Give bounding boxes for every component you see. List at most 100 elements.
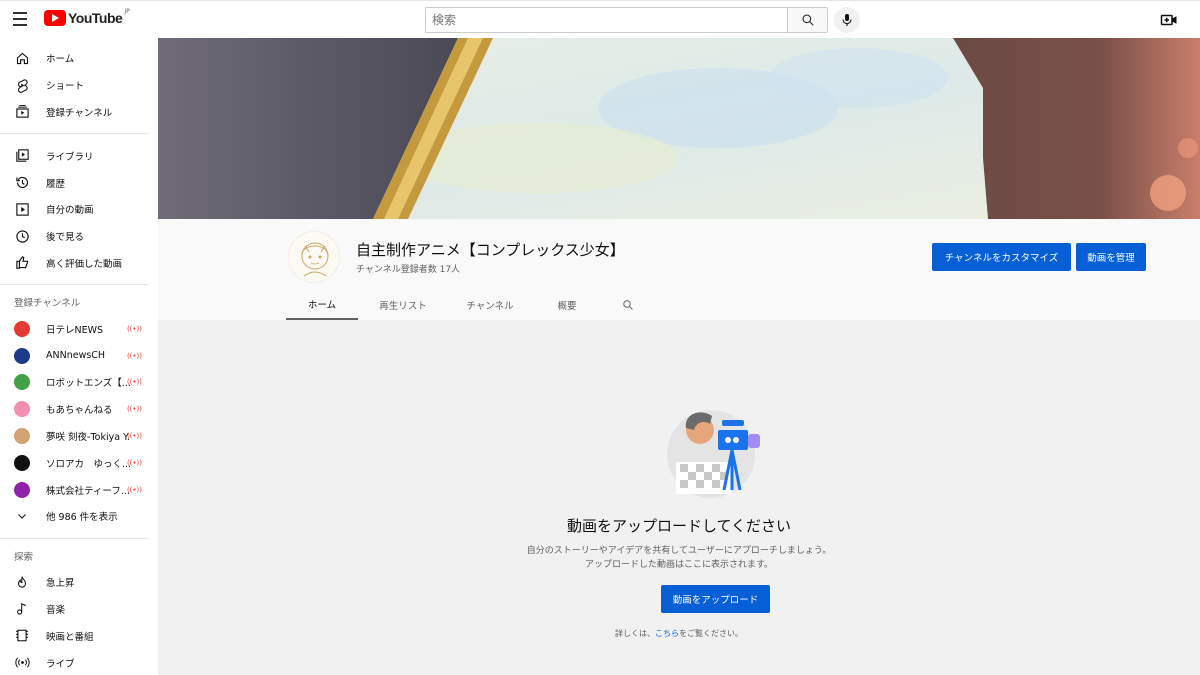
library-icon (14, 148, 30, 164)
live-broadcast-icon (14, 655, 30, 671)
channel-avatar-drawing (301, 242, 329, 277)
youtube-logo-icon (44, 10, 66, 26)
upload-video-button[interactable]: 動画をアップロード (661, 585, 770, 613)
sidebar-item-liked-videos[interactable]: 高く評価した動画 (0, 250, 158, 277)
sidebar-subscription-item[interactable]: もあちゃんねる ((•)) (0, 396, 158, 423)
manage-videos-button[interactable]: 動画を管理 (1076, 243, 1146, 271)
live-indicator-icon: ((•)) (126, 458, 142, 467)
sidebar-item-library[interactable]: ライブラリ (0, 142, 158, 169)
sidebar-item-label: 自分の動画 (46, 205, 94, 217)
channel-avatar (14, 374, 30, 391)
channel-avatar (14, 427, 30, 444)
subscription-label: 日テレNEWS (46, 324, 104, 336)
explore-heading: 探索 (14, 551, 34, 563)
sidebar-subscription-item[interactable]: 株式会社ティーフ... ((•)) (0, 476, 158, 503)
sidebar-item-label: ホーム (46, 54, 75, 66)
subscription-label: もあちゃんねる (46, 405, 113, 417)
sidebar-subscription-item[interactable]: ANNnewsCH ((•)) (0, 342, 158, 369)
subscription-label: ロボットエンズ【... (46, 378, 130, 390)
tab-playlists[interactable]: 再生リスト (358, 290, 448, 320)
your-videos-icon (14, 201, 30, 217)
sidebar-item-trending[interactable]: 急上昇 (0, 569, 158, 596)
channel-avatar[interactable] (288, 231, 340, 283)
live-indicator-icon: ((•)) (126, 378, 142, 387)
learn-more-link[interactable]: こちら (655, 629, 679, 638)
live-indicator-icon: ((•)) (126, 351, 142, 360)
channel-avatar (14, 320, 30, 337)
tab-channels[interactable]: チャンネル (448, 290, 532, 320)
sidebar-subscription-item[interactable]: 日テレNEWS ((•)) (0, 315, 158, 342)
learn-more-suffix: をご覧ください。 (679, 629, 743, 638)
live-indicator-icon: ((•)) (126, 405, 142, 414)
search-icon (801, 14, 814, 26)
sidebar-item-your-videos[interactable]: 自分の動画 (0, 196, 158, 223)
sidebar-item-label: 履歴 (46, 178, 66, 190)
divider (0, 284, 148, 286)
youtube-logo[interactable]: YouTube JP (44, 7, 130, 26)
menu-icon[interactable] (13, 12, 29, 26)
subscription-label: ANNnewsCH (46, 350, 106, 362)
sidebar-item-label: 急上昇 (46, 578, 75, 590)
search-button[interactable] (787, 7, 828, 33)
sidebar: ホーム ショート 登録チャンネル ライブラリ 履歴 自分の動画 後で見る 高く評… (0, 38, 158, 675)
live-indicator-icon: ((•)) (126, 324, 142, 333)
sidebar-item-history[interactable]: 履歴 (0, 169, 158, 196)
music-note-icon (14, 601, 30, 617)
sidebar-item-label: 登録チャンネル (46, 107, 113, 119)
sidebar-item-subscriptions[interactable]: 登録チャンネル (0, 99, 158, 126)
sidebar-item-label: ライブラリ (46, 151, 94, 163)
live-indicator-icon: ((•)) (126, 485, 142, 494)
learn-more-prefix: 詳しくは、 (615, 629, 655, 638)
watch-later-icon (14, 228, 30, 244)
empty-state-title: 動画をアップロードしてください (566, 517, 792, 535)
film-icon (14, 628, 30, 644)
subscriptions-icon (14, 104, 30, 120)
divider (0, 537, 148, 539)
video-add-icon (1160, 14, 1177, 26)
sidebar-item-home[interactable]: ホーム (0, 45, 158, 72)
empty-state-description-1: 自分のストーリーやアイデアを共有してユーザーにアプローチしましょう。 (526, 546, 832, 556)
sidebar-item-movies[interactable]: 映画と番組 (0, 622, 158, 649)
logo-text: YouTube (68, 10, 123, 26)
subscriptions-heading: 登録チャンネル (14, 298, 81, 310)
sidebar-subscription-item[interactable]: 夢咲 刻夜-Tokiya Y... ((•)) (0, 423, 158, 450)
tab-about[interactable]: 概要 (532, 290, 602, 320)
live-indicator-icon: ((•)) (126, 431, 142, 440)
channel-avatar (14, 347, 30, 364)
sidebar-item-shorts[interactable]: ショート (0, 72, 158, 99)
channel-avatar (14, 401, 30, 418)
sidebar-item-label: ショート (46, 81, 85, 93)
show-more-subscriptions[interactable]: 他 986 件を表示 (0, 503, 158, 530)
sidebar-item-label: 後で見る (46, 232, 85, 244)
tab-search[interactable] (602, 290, 654, 320)
sidebar-item-label: 高く評価した動画 (46, 258, 123, 270)
history-icon (14, 175, 30, 191)
tab-home[interactable]: ホーム (286, 290, 358, 320)
sidebar-item-music[interactable]: 音楽 (0, 596, 158, 623)
top-bar: YouTube JP (0, 0, 1200, 38)
banner-illustration (158, 38, 1200, 219)
sidebar-subscription-item[interactable]: ロボットエンズ【... ((•)) (0, 369, 158, 396)
sidebar-subscription-item[interactable]: ソロアカ ゆっく... ((•)) (0, 449, 158, 476)
shorts-icon (14, 77, 30, 93)
channel-avatar (14, 481, 30, 498)
customize-channel-button[interactable]: チャンネルをカスタマイズ (932, 243, 1071, 271)
logo-region: JP (124, 7, 130, 15)
create-video-button[interactable] (1160, 11, 1178, 29)
sidebar-item-label: 映画と番組 (46, 631, 94, 643)
subscription-label: 株式会社ティーフ... (46, 485, 130, 497)
empty-state-description-2: アップロードした動画はここに表示されます。 (584, 560, 774, 570)
home-icon (14, 50, 30, 66)
sidebar-item-label: 音楽 (46, 604, 66, 616)
learn-more-text: 詳しくは、こちらをご覧ください。 (158, 628, 1200, 639)
channel-header: 自主制作アニメ【コンプレックス少女】 チャンネル登録者数 17人 チャンネルをカ… (158, 219, 1200, 320)
search-input[interactable] (425, 7, 787, 33)
divider (0, 133, 148, 135)
thumbs-up-icon (14, 255, 30, 271)
empty-state: 動画をアップロードしてください 自分のストーリーやアイデアを共有してユーザーにア… (158, 320, 1200, 675)
channel-avatar (14, 454, 30, 471)
sidebar-item-live[interactable]: ライブ (0, 649, 158, 675)
voice-search-button[interactable] (834, 7, 860, 33)
chevron-down-icon (14, 508, 30, 524)
sidebar-item-watch-later[interactable]: 後で見る (0, 223, 158, 250)
